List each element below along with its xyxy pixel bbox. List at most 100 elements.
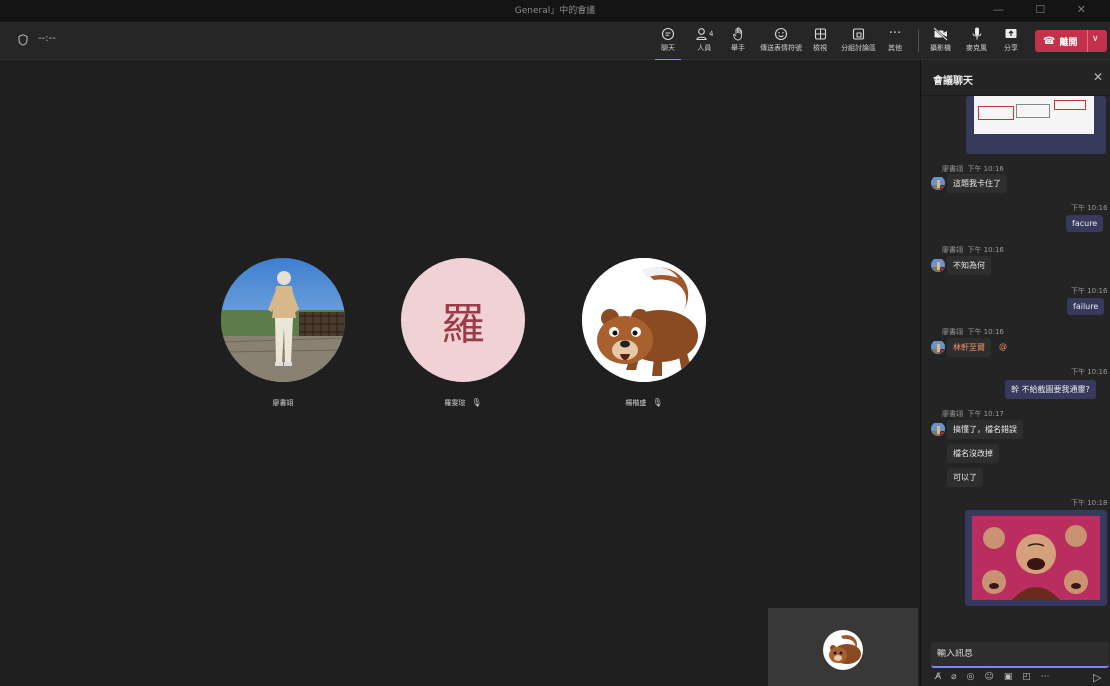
raise-hand-label: 舉手 [731,44,745,52]
leave-split-divider [1087,30,1088,52]
meeting-toolbar: --:-- 聊天 4 人員 舉手 傳送表情符號 檢視 分組討論區 ··· 其他 … [0,22,1110,61]
more-icon: ··· [888,26,902,41]
message-bubble[interactable]: 林軒至爾 [947,338,991,357]
sender-name: 廖書翊 [942,165,963,173]
bear-avatar-image [582,258,706,382]
screenshot-thumbnail[interactable] [974,96,1094,134]
people-button[interactable]: 4 人員 [695,26,713,56]
participant-tile[interactable]: 羅 羅雯瑄 🎙 [401,258,525,408]
window-controls[interactable]: — ☐ ✕ [993,3,1100,16]
sender-avatar [931,176,945,190]
message-bubble[interactable]: 幹 不給截圖要我通靈? [1005,380,1096,399]
mention-text[interactable]: 林軒至爾 [953,343,985,352]
message-time: 下午 10:16 [967,328,1004,336]
chat-panel: 會議聊天 ✕ 廖書翊 下午 10:16 這題我卡住了 下午 10:16 facu… [920,60,1110,686]
sender-avatar [931,340,945,354]
shield-icon [18,34,28,46]
reaction-label: 傳送表情符號 [760,44,802,52]
mic-muted-icon: 🎙 [471,398,482,407]
message-time: 下午 10:16 [1071,368,1108,376]
message-input[interactable] [937,649,1103,659]
image-message-bubble[interactable] [965,510,1107,606]
emoji-icon[interactable]: ☺ [984,672,993,682]
meeting-timer: --:-- [38,33,56,44]
sender-name: 廖書翊 [942,328,963,336]
loop-icon[interactable]: ◎ [967,672,975,682]
participant-name-text: 楊楷盛 [625,399,647,407]
send-icon[interactable]: ▷ [1093,671,1101,684]
camera-label: 攝影機 [930,44,951,52]
raise-hand-icon [732,27,742,41]
window-title: General」中的會議 [514,6,596,16]
message-bubble[interactable]: 搞懂了，檔名錯誤 [947,420,1023,439]
chevron-down-icon[interactable]: ∨ [1092,34,1099,44]
participant-name: 羅雯瑄 🎙 [401,398,525,408]
video-stage: 廖書翊 羅 羅雯瑄 🎙 楊楷盛 🎙 [0,60,918,686]
share-label: 分享 [1004,44,1018,52]
message-bubble[interactable]: 不知為何 [947,256,991,275]
reaction-button[interactable]: 傳送表情符號 [760,26,802,56]
message-bubble[interactable]: 可以了 [947,468,983,487]
at-mention-icon: @ [999,342,1007,351]
chat-title: 會議聊天 [933,76,973,87]
participant-tile[interactable]: 廖書翊 [221,258,345,408]
message-time: 下午 10:16 [1071,287,1108,295]
message-time: 下午 10:18 [1071,499,1108,507]
breakout-label: 分組討論區 [841,44,876,52]
message-bubble[interactable]: 這題我卡住了 [947,174,1007,193]
camera-icon [932,27,948,41]
message-bubble[interactable]: 檔名沒改掉 [947,444,999,463]
leave-label: 離開 [1059,37,1078,48]
view-button[interactable]: 檢視 [813,26,827,56]
view-icon [814,28,826,40]
title-bar: General」中的會議 — ☐ ✕ [0,0,1110,22]
attach-icon[interactable]: ⌀ [951,672,956,682]
message-time: 下午 10:16 [967,165,1004,173]
message-bubble[interactable]: facure [1066,215,1104,232]
close-icon[interactable]: ✕ [1093,70,1103,84]
people-count-badge: 4 [709,30,714,38]
mic-button[interactable]: 麥克風 [966,26,987,56]
sender-avatar [931,258,945,272]
more-button[interactable]: ··· 其他 [888,26,902,56]
hang-up-icon: ☎ [1043,35,1056,47]
mic-icon [972,27,981,40]
reaction-icon [774,27,788,41]
chat-icon [661,27,675,41]
laughing-meme-image[interactable] [972,516,1100,600]
chat-message-list[interactable]: 廖書翊 下午 10:16 這題我卡住了 下午 10:16 facure 廖書翊 … [921,96,1110,636]
raise-hand-button[interactable]: 舉手 [731,26,745,56]
leave-button[interactable]: ☎ 離開 ∨ [1035,30,1107,52]
self-view-preview[interactable] [768,608,918,686]
message-time: 下午 10:16 [967,246,1004,254]
sender-name: 廖書翊 [942,246,963,254]
breakout-icon [852,28,865,40]
people-button-label: 人員 [697,44,712,52]
camera-button[interactable]: 攝影機 [930,26,951,56]
participant-avatar [582,258,706,382]
sticker-icon[interactable]: ◰ [1022,672,1031,682]
shared-image-message[interactable] [966,96,1106,154]
participant-name: 廖書翊 [221,398,345,408]
participant-tile[interactable]: 楊楷盛 🎙 [582,258,706,408]
self-view-avatar [823,630,863,670]
compose-box[interactable] [931,642,1109,668]
chat-button[interactable]: 聊天 [655,26,681,61]
message-bubble[interactable]: failure [1067,298,1105,315]
share-icon [1005,29,1017,38]
participant-initial-avatar: 羅 [401,258,525,382]
more-label: 其他 [888,44,902,52]
chat-header: 會議聊天 ✕ [921,60,1110,96]
gif-icon[interactable]: ▣ [1004,672,1013,682]
sender-avatar [931,422,945,436]
mic-label: 麥克風 [966,44,987,52]
participant-avatar [221,258,345,382]
message-time: 下午 10:16 [1071,204,1108,212]
breakout-button[interactable]: 分組討論區 [841,26,876,56]
share-button[interactable]: 分享 [1004,26,1018,56]
view-label: 檢視 [813,44,827,52]
compose-toolbar: A̸ ⌀ ◎ ☺ ▣ ◰ ··· [935,672,1049,682]
format-icon[interactable]: A̸ [935,672,941,682]
more-options-icon[interactable]: ··· [1041,672,1050,682]
participant-photo [221,258,345,382]
